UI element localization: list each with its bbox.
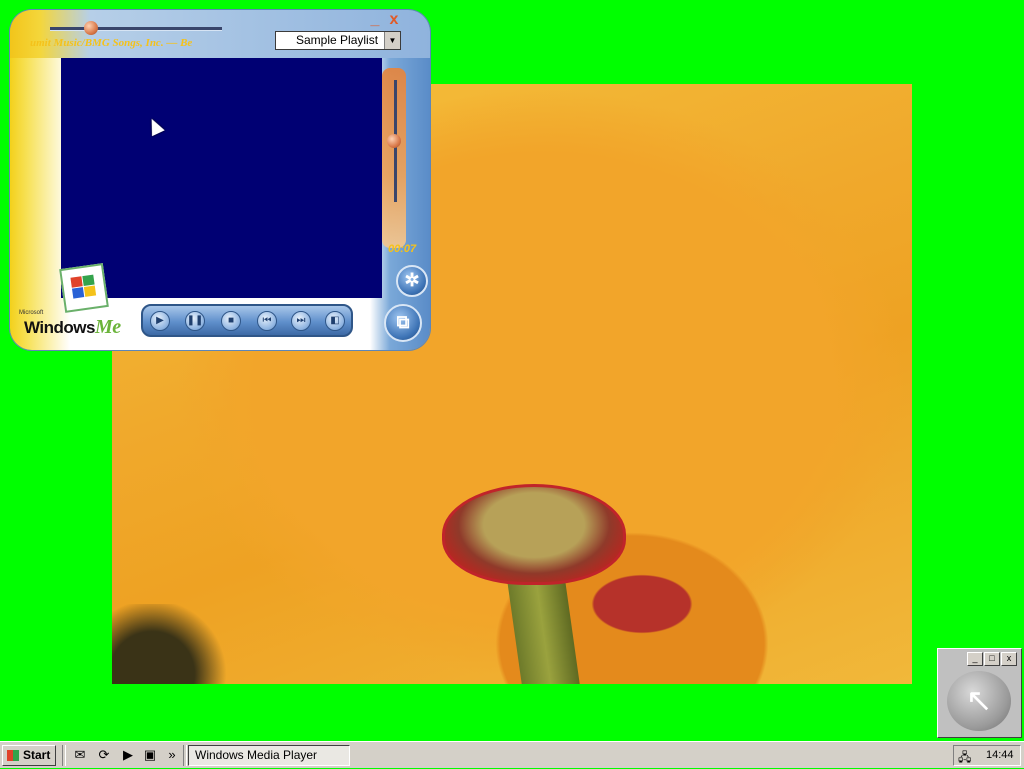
mini-player-window[interactable]: _ □ x ↖ bbox=[937, 648, 1022, 738]
taskbar-separator bbox=[183, 745, 187, 766]
windows-logo-icon bbox=[7, 750, 19, 761]
full-mode-icon: ⧉ bbox=[396, 312, 410, 332]
show-desktop-icon[interactable]: ▣ bbox=[142, 747, 158, 763]
restore-icon: ↖ bbox=[965, 682, 993, 718]
chevron-icon[interactable]: » bbox=[164, 747, 180, 763]
gear-icon: ✲ bbox=[404, 270, 420, 290]
windows-me-logo: Microsoft WindowsMe bbox=[10, 260, 145, 350]
stop-icon: ■ bbox=[227, 315, 235, 326]
start-label: Start bbox=[23, 748, 51, 762]
network-icon[interactable]: 🖧 bbox=[958, 748, 971, 769]
next-icon: ⏭ bbox=[296, 315, 306, 326]
pause-icon: ❚❚ bbox=[186, 315, 204, 326]
minimize-button[interactable]: _ bbox=[368, 12, 382, 28]
play-button[interactable]: ▶ bbox=[150, 311, 170, 331]
seek-bar[interactable] bbox=[50, 27, 222, 31]
next-button[interactable]: ⏭ bbox=[291, 311, 311, 331]
outlook-express-icon[interactable]: ✉ bbox=[72, 747, 88, 763]
taskbar: Start ✉ ⟳ ▶ ▣ » Windows Media Player 🖧 1… bbox=[0, 741, 1024, 768]
mute-button[interactable]: ◧ bbox=[325, 311, 345, 331]
song-info-marquee: umit Music/BMG Songs, Inc. — Be bbox=[30, 37, 193, 49]
mute-icon: ◧ bbox=[330, 315, 340, 326]
transport-controls: ▶ ❚❚ ■ ⏮ ⏭ ◧ bbox=[141, 304, 353, 337]
mini-maximize-button[interactable]: □ bbox=[984, 652, 1000, 666]
mini-minimize-button[interactable]: _ bbox=[967, 652, 983, 666]
windows-flag-icon bbox=[59, 263, 109, 313]
mini-caption-buttons: _ □ x bbox=[966, 652, 1017, 670]
logo-me: Me bbox=[94, 316, 121, 338]
playlist-dropdown[interactable]: Sample Playlist ▼ bbox=[275, 31, 401, 50]
flower-center bbox=[442, 484, 626, 585]
close-button[interactable]: x bbox=[387, 12, 401, 28]
previous-button[interactable]: ⏮ bbox=[257, 311, 277, 331]
start-button[interactable]: Start bbox=[2, 745, 56, 766]
media-player-window[interactable]: _ x umit Music/BMG Songs, Inc. — Be Samp… bbox=[10, 10, 430, 350]
taskbar-separator bbox=[62, 745, 66, 766]
system-tray: 🖧 14:44 bbox=[953, 745, 1021, 766]
previous-icon: ⏮ bbox=[262, 315, 272, 326]
refresh-icon[interactable]: ⟳ bbox=[96, 747, 112, 763]
pause-button[interactable]: ❚❚ bbox=[185, 311, 205, 331]
full-mode-button[interactable]: ⧉ bbox=[384, 304, 422, 342]
playlist-selected-label: Sample Playlist bbox=[296, 33, 379, 47]
media-player-icon[interactable]: ▶ bbox=[120, 747, 136, 763]
wallpaper-shadow bbox=[112, 604, 232, 684]
clock[interactable]: 14:44 bbox=[986, 749, 1014, 761]
logo-windows: Windows bbox=[24, 318, 95, 337]
task-button-media-player[interactable]: Windows Media Player bbox=[188, 745, 350, 766]
stop-button[interactable]: ■ bbox=[221, 311, 241, 331]
play-icon: ▶ bbox=[156, 315, 164, 326]
logo-text: WindowsMe bbox=[24, 316, 121, 339]
chevron-down-icon[interactable]: ▼ bbox=[384, 32, 400, 49]
volume-thumb[interactable] bbox=[387, 134, 401, 148]
visualization-button[interactable]: ✲ bbox=[396, 265, 428, 297]
seek-thumb[interactable] bbox=[84, 21, 98, 35]
restore-player-button[interactable]: ↖ bbox=[947, 671, 1011, 731]
mini-close-button[interactable]: x bbox=[1001, 652, 1017, 666]
elapsed-time: 00:07 bbox=[388, 243, 417, 255]
